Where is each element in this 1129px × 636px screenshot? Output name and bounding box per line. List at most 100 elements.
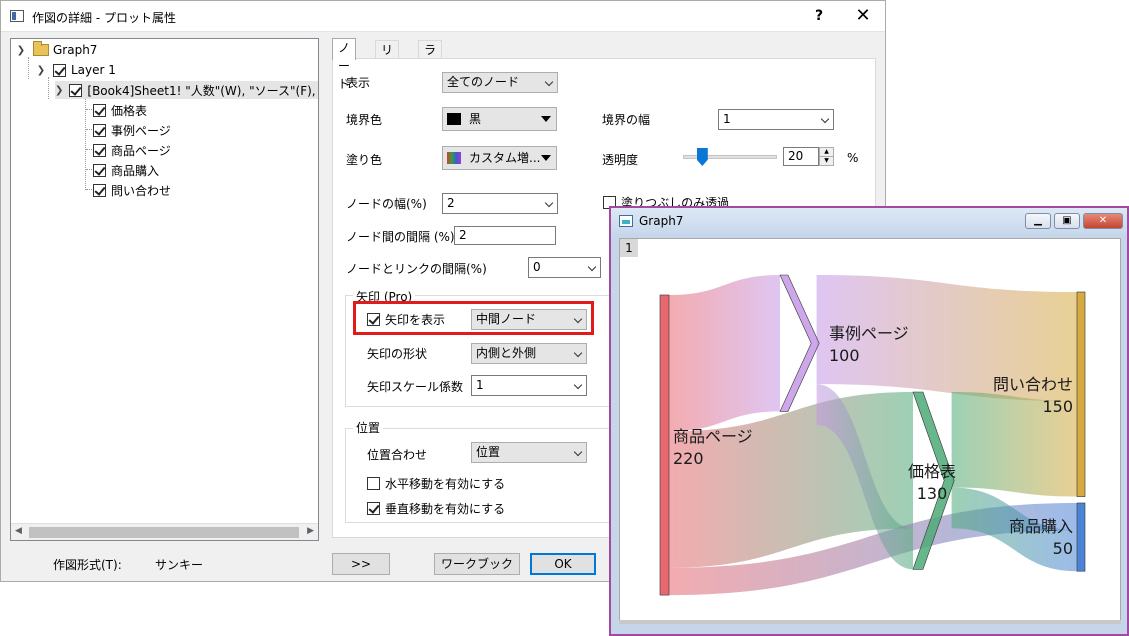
node-width-value: 2 [447,196,455,210]
dialog-titlebar: 作図の詳細 - プロット属性 ? ✕ [1,1,885,32]
vertical-move-checkbox[interactable]: 垂直移動を有効にする [367,500,505,517]
sankey-node [1076,291,1086,497]
close-icon[interactable]: ✕ [851,6,875,26]
checkbox[interactable] [367,477,380,490]
h-move-label: 水平移動を有効にする [385,477,506,491]
node-value-label: 100 [829,346,860,365]
tree-horizontal-scrollbar[interactable]: ◀ ▶ [11,523,318,540]
tree-node-item[interactable]: 価格表 [93,101,147,119]
checkbox[interactable] [367,313,380,326]
plot-type-value: サンキー [155,558,204,572]
horizontal-move-checkbox[interactable]: 水平移動を有効にする [367,475,505,492]
node-name-label: 商品ページ [673,427,753,446]
tree-node-graph[interactable]: ❯ Graph7 [15,41,97,59]
color-swatch [447,113,461,125]
dialog-app-icon [10,10,24,22]
node-link-gap-combo[interactable]: 0 [528,257,601,278]
dropdown-arrow-icon [541,116,551,122]
graph-window-bottom-edge [619,620,1121,624]
tree-node-item[interactable]: 事例ページ [93,121,171,139]
chevron-down-icon [820,114,830,124]
node-checkbox[interactable] [93,143,106,157]
help-button[interactable]: ? [807,6,831,26]
show-arrow-value: 中間ノード [476,312,537,326]
close-icon[interactable]: ✕ [1083,213,1123,229]
graph-window[interactable]: Graph7 ▁ ▣ ✕ 1 商品ページ 220 事例ページ 100 価格表 130 問い合… [609,206,1129,636]
transparency-input[interactable]: 20 [783,147,819,166]
node-link-gap-value: 0 [533,260,541,274]
tree-node-item[interactable]: 商品購入 [93,161,159,179]
scroll-thumb[interactable] [29,527,299,538]
scroll-left-icon[interactable]: ◀ [15,526,22,536]
fill-color-value: カスタム増... [469,151,541,165]
arrow-shape-dropdown[interactable]: 内側と外側 [471,343,587,364]
display-dropdown[interactable]: 全てのノード [442,72,558,93]
graph-icon [619,215,633,227]
node-gap-input[interactable]: 2 [454,226,556,245]
graph-canvas[interactable]: 1 商品ページ 220 事例ページ 100 価格表 130 問い合わせ 150 商品購入 50 [619,238,1121,624]
node-gap-label: ノード間の間隔 (%) [346,230,455,244]
tab-node[interactable]: ノード [332,38,357,91]
plot-tree[interactable]: ❯ Graph7 ❯ Layer 1 ❯ [Book4]Sheet1! "人数"… [10,38,319,541]
minimize-icon[interactable]: ▁ [1025,213,1051,229]
node-value-label: 150 [1042,397,1073,416]
tree-node-item[interactable]: 商品ページ [93,141,171,159]
arrow-scale-combo[interactable]: 1 [471,375,587,396]
border-color-value: 黒 [469,112,482,126]
scroll-right-icon[interactable]: ▶ [307,526,314,536]
chevron-down-icon[interactable]: ❯ [15,45,27,56]
ok-button[interactable]: OK [530,553,596,575]
tree-node-label: 問い合わせ [111,183,172,198]
fill-color-dropdown[interactable]: カスタム増... [442,146,557,170]
arrow-shape-value: 内側と外側 [476,346,537,360]
workbook-button[interactable]: ワークブック [434,553,520,575]
graph-window-titlebar[interactable]: Graph7 ▁ ▣ ✕ [611,208,1127,234]
node-value-label: 220 [673,449,704,468]
checkbox[interactable] [367,502,380,515]
tree-node-label: 商品購入 [111,163,160,178]
tree-node-item[interactable]: 問い合わせ [93,181,171,199]
restore-icon[interactable]: ▣ [1054,213,1080,229]
node-checkbox[interactable] [93,183,106,197]
show-arrow-checkbox[interactable]: 矢印を表示 [367,311,445,328]
dropdown-arrow-icon [541,155,551,161]
chevron-down-icon [587,262,597,272]
chevron-down-icon[interactable]: ❯ [35,65,47,76]
arrow-scale-label: 矢印スケール係数 [367,380,464,394]
node-checkbox[interactable] [93,123,106,137]
border-width-value: 1 [723,112,731,126]
transparency-label: 透明度 [602,153,639,167]
align-value: 位置 [476,445,501,459]
sankey-node-arrow [779,274,820,412]
tree-node-layer[interactable]: ❯ Layer 1 [35,61,116,79]
tree-node-label: 商品ページ [111,143,171,158]
border-color-label: 境界色 [346,113,383,127]
border-width-combo[interactable]: 1 [718,109,834,130]
sankey-node [1076,502,1086,572]
node-name-label: 問い合わせ [993,375,1073,394]
tab-link[interactable]: リンク [375,40,400,93]
arrow-shape-label: 矢印の形状 [367,347,428,361]
folder-open-icon [33,41,49,56]
show-arrow-dropdown[interactable]: 中間ノード [471,309,587,330]
node-checkbox[interactable] [93,103,106,117]
align-dropdown[interactable]: 位置 [471,442,587,463]
border-color-dropdown[interactable]: 黒 [442,107,557,131]
border-width-label: 境界の幅 [602,113,651,127]
tab-label[interactable]: ラベル [418,40,443,93]
chevron-down-icon [573,447,583,457]
node-width-label: ノードの幅(%) [346,197,427,211]
node-width-combo[interactable]: 2 [442,193,558,214]
graph-window-title: Graph7 [639,214,684,228]
layer-checkbox[interactable] [53,63,66,77]
node-value-label: 130 [917,484,948,503]
position-group-title: 位置 [353,419,384,436]
chevron-down-icon [573,348,583,358]
node-checkbox[interactable] [93,163,106,177]
expand-button[interactable]: >> [332,553,390,575]
node-name-label: 価格表 [908,462,956,481]
plot-checkbox[interactable] [69,83,83,97]
chevron-down-icon[interactable]: ❯ [55,85,63,96]
tree-node-plot[interactable]: ❯ [Book4]Sheet1! "人数"(W), "ソース"(F), "タ [55,81,318,99]
spin-down-icon[interactable]: ▼ [819,156,834,166]
